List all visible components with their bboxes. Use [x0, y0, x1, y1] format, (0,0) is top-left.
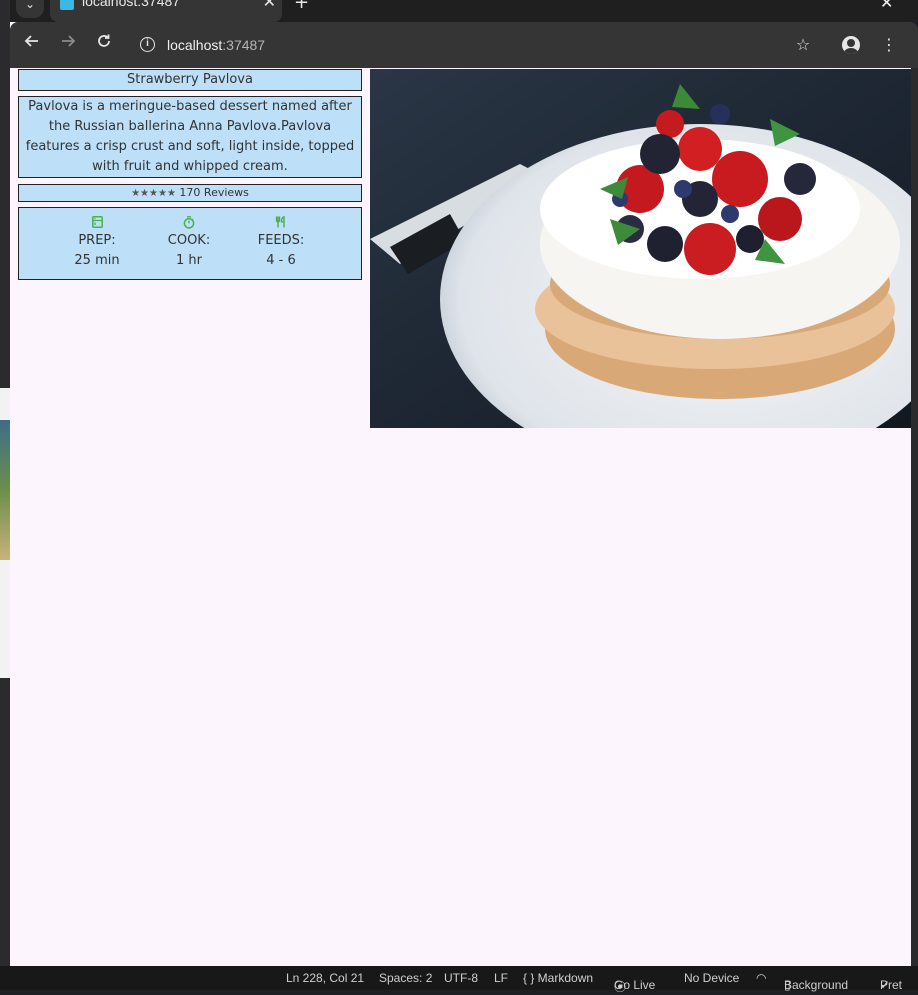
tab-strip: ⌄ localhost:37487 ✕ + ✕ — [10, 0, 918, 22]
background-desktop-left — [0, 0, 10, 990]
new-tab-plus-icon[interactable]: + — [294, 0, 309, 13]
info-cook: COOK: 1 hr — [149, 216, 229, 272]
recipe-description: Pavlova is a meringue-based dessert name… — [18, 96, 362, 178]
status-indentation[interactable]: Spaces: 2 — [379, 971, 432, 985]
pavlova-photo — [370, 69, 911, 428]
prep-value: 25 min — [74, 253, 120, 268]
editor-status-bar: Ln 228, Col 21 Spaces: 2 UTF-8 LF { } Ma… — [0, 966, 918, 994]
address-bar[interactable]: i localhost:37487 — [132, 28, 792, 62]
background-thumbnail — [0, 420, 10, 560]
browser-window: ⌄ localhost:37487 ✕ + ✕ i localhost:3748… — [10, 0, 918, 966]
restaurant-icon — [241, 215, 321, 232]
site-info-icon[interactable]: i — [140, 37, 155, 52]
review-count: 170 Reviews — [179, 186, 249, 199]
back-arrow-icon[interactable] — [20, 32, 44, 56]
kitchen-icon — [57, 216, 137, 232]
tab-search-chevron-icon[interactable]: ⌄ — [16, 0, 44, 18]
status-eol[interactable]: LF — [494, 971, 508, 985]
profile-avatar-icon[interactable] — [842, 36, 860, 54]
recipe-info-panel: PREP: 25 min COOK: 1 hr FEEDS: 4 - 6 — [18, 207, 362, 280]
feeds-label: FEEDS: — [257, 233, 305, 248]
info-prep: PREP: 25 min — [57, 216, 137, 272]
flutter-favicon-icon — [60, 0, 74, 10]
reload-icon[interactable] — [92, 32, 116, 56]
prep-label: PREP: — [78, 233, 116, 248]
tab-close-icon[interactable]: ✕ — [263, 0, 276, 11]
status-cursor-position[interactable]: Ln 228, Col 21 — [286, 971, 364, 985]
url-text[interactable]: localhost:37487 — [167, 37, 265, 53]
tab-title: localhost:37487 — [82, 0, 181, 9]
bookmark-star-icon[interactable]: ☆ — [792, 34, 814, 56]
window-close-icon[interactable]: ✕ — [880, 0, 893, 12]
status-encoding[interactable]: UTF-8 — [444, 971, 478, 985]
cook-value: 1 hr — [176, 253, 202, 268]
status-device[interactable]: No Device — [684, 971, 739, 985]
cook-label: COOK: — [167, 233, 211, 248]
forward-arrow-icon[interactable] — [56, 32, 80, 56]
info-feeds: FEEDS: 4 - 6 — [241, 215, 321, 272]
feeds-value: 4 - 6 — [266, 253, 296, 268]
recipe-reviews: ★★★★★ 170 Reviews — [18, 184, 362, 202]
rating-stars: ★★★★★ — [131, 188, 176, 199]
menu-kebab-icon[interactable]: ⋮ — [878, 34, 900, 56]
background-desktop-right — [911, 66, 918, 966]
recipe-title: Strawberry Pavlova — [18, 69, 362, 91]
browser-tab[interactable]: localhost:37487 ✕ — [50, 0, 282, 22]
status-language[interactable]: { } Markdown — [523, 971, 593, 985]
page-viewport: Strawberry Pavlova Pavlova is a meringue… — [10, 68, 911, 966]
timer-icon — [149, 216, 229, 232]
spinner-icon: ◠ — [756, 971, 767, 985]
browser-toolbar: i localhost:37487 ☆ ⋮ — [10, 22, 918, 68]
